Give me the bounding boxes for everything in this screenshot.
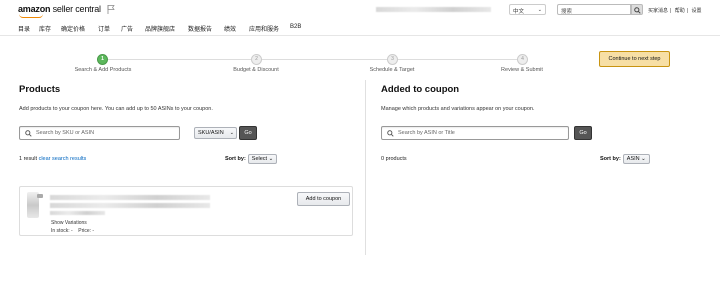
top-link-messages[interactable]: 买家消息 xyxy=(648,8,668,14)
products-sort-select[interactable]: Select ⌄ xyxy=(247,154,278,164)
step-2-indicator: 2 xyxy=(251,54,262,65)
flag-icon[interactable] xyxy=(106,4,116,14)
product-result-card: Show Variations In stock: - Price: - Add… xyxy=(19,186,353,236)
nav-item-b2b[interactable]: B2B xyxy=(290,24,301,30)
logo-amazon-text: amazon xyxy=(18,4,51,14)
nav-item-reports[interactable]: 数据报告 xyxy=(188,24,212,33)
search-button[interactable] xyxy=(631,4,643,15)
product-asin-blurred xyxy=(50,211,105,215)
add-to-coupon-button[interactable]: Add to coupon xyxy=(297,192,350,206)
logo-seller-central-text: seller central xyxy=(50,4,101,14)
products-description: Add products to your coupon here. You ca… xyxy=(19,106,213,112)
nav-item-advertising[interactable]: 广告 xyxy=(121,24,133,33)
search-icon xyxy=(387,130,394,137)
result-summary: 1 result clear search results xyxy=(19,156,86,162)
step-3-label: Schedule & Target xyxy=(369,67,415,73)
show-variations-link[interactable]: Show Variations xyxy=(51,220,87,226)
product-stock: In stock: - xyxy=(51,228,73,234)
language-select[interactable]: 中文 ⌄ xyxy=(509,4,546,15)
main-nav: 目录 库存 确定价格 订单 广告 品牌旗舰店 数据报告 绩效 应用和服务 B2B xyxy=(0,20,720,36)
coupon-search-input[interactable]: Search by ASIN or Title xyxy=(381,126,569,140)
clear-search-link[interactable]: clear search results xyxy=(39,156,87,162)
added-to-coupon-title: Added to coupon xyxy=(381,84,460,95)
panel-divider xyxy=(365,80,366,255)
sort-label: Sort by: xyxy=(225,156,246,162)
chevron-down-icon: ⌄ xyxy=(229,130,234,136)
product-title-blurred xyxy=(50,195,210,200)
top-link-help[interactable]: 帮助 xyxy=(675,8,685,14)
product-price: Price: - xyxy=(78,228,95,234)
products-sort: Sort by: Select ⌄ xyxy=(225,154,278,164)
search-field-value: SKU/ASIN xyxy=(198,130,224,136)
progress-track xyxy=(104,59,522,60)
continue-button[interactable]: Continue to next step xyxy=(599,51,670,67)
product-search-placeholder: Search by SKU or ASIN xyxy=(36,130,95,136)
product-search-go-button[interactable]: Go xyxy=(239,126,257,140)
nav-item-stores[interactable]: 品牌旗舰店 xyxy=(145,24,175,33)
chevron-down-icon: ⌄ xyxy=(641,156,646,162)
nav-item-inventory[interactable]: 库存 xyxy=(39,24,51,33)
search-field-select[interactable]: SKU/ASIN ⌄ xyxy=(194,127,237,139)
top-links: 买家消息 | 帮助 | 设置 xyxy=(648,8,702,14)
top-bar: amazon seller central 中文 ⌄ 搜索 买家消息 | 帮助 | … xyxy=(0,0,720,20)
product-thumbnail[interactable] xyxy=(27,192,43,218)
sort-value: ASIN xyxy=(626,156,640,162)
step-1-indicator: 1 xyxy=(97,54,108,65)
coupon-sort: Sort by: ASIN ⌄ xyxy=(600,154,650,164)
nav-item-apps[interactable]: 应用和服务 xyxy=(249,24,279,33)
search-placeholder: 搜索 xyxy=(561,9,573,15)
sort-label: Sort by: xyxy=(600,156,621,162)
amazon-smile-icon xyxy=(19,14,43,18)
nav-item-performance[interactable]: 绩效 xyxy=(224,24,236,33)
coupon-description: Manage which products and variations app… xyxy=(381,106,535,112)
product-stock-price: In stock: - Price: - xyxy=(51,228,94,234)
global-search-input[interactable]: 搜索 xyxy=(557,4,631,15)
product-title-blurred-line2 xyxy=(50,203,210,208)
coupon-product-count: 0 products xyxy=(381,156,407,162)
step-1-label: Search & Add Products xyxy=(74,67,132,73)
step-4-indicator: 4 xyxy=(517,54,528,65)
result-count: 1 result xyxy=(19,156,38,162)
nav-item-orders[interactable]: 订单 xyxy=(98,24,110,33)
coupon-sort-select[interactable]: ASIN ⌄ xyxy=(622,154,650,164)
step-2-label: Budget & Discount xyxy=(233,67,279,73)
products-title: Products xyxy=(19,84,61,95)
sort-value: Select xyxy=(251,156,268,162)
account-info-blurred xyxy=(376,7,491,12)
seller-central-logo[interactable]: amazon seller central xyxy=(18,4,101,14)
step-3-indicator: 3 xyxy=(387,54,398,65)
nav-item-pricing[interactable]: 确定价格 xyxy=(61,24,85,33)
search-icon xyxy=(634,6,641,14)
coupon-search-placeholder: Search by ASIN or Title xyxy=(398,130,455,136)
nav-item-catalog[interactable]: 目录 xyxy=(18,24,30,33)
search-icon xyxy=(25,130,32,137)
step-4-label: Review & Submit xyxy=(501,67,543,73)
chevron-down-icon: ⌄ xyxy=(537,7,542,13)
top-link-settings[interactable]: 设置 xyxy=(691,8,701,14)
product-search-input[interactable]: Search by SKU or ASIN xyxy=(19,126,180,140)
coupon-search-go-button[interactable]: Go xyxy=(574,126,592,140)
chevron-down-icon: ⌄ xyxy=(268,156,274,162)
language-value: 中文 xyxy=(513,9,525,15)
